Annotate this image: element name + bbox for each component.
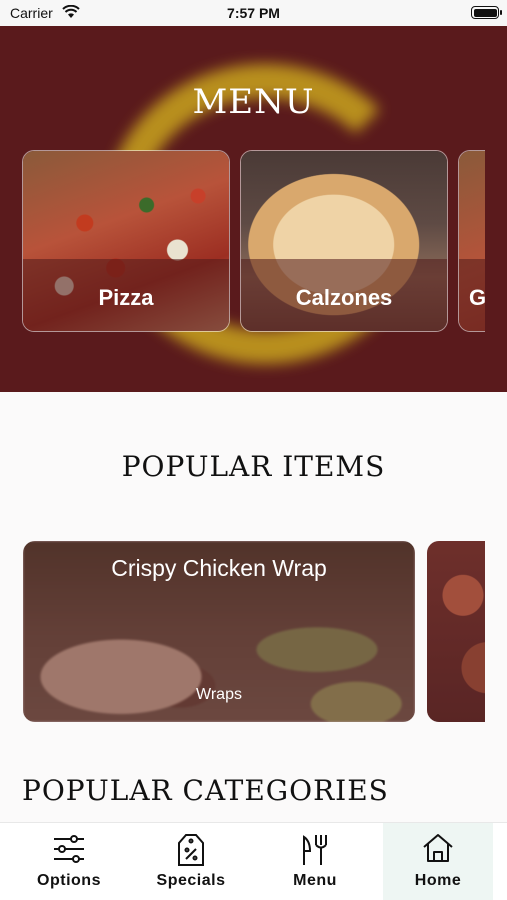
tab-label: Specials — [156, 872, 226, 889]
price-tag-icon — [136, 833, 246, 867]
category-label: Pizza — [98, 285, 154, 310]
home-icon — [383, 833, 493, 867]
status-bar: Carrier 7:57 PM — [0, 0, 507, 26]
category-label: Calzones — [295, 285, 393, 310]
item-name: Crispy Chicken Wrap — [111, 555, 327, 581]
item-card-crispy-chicken-wrap[interactable]: Crispy Chicken Wrap Wraps — [23, 541, 415, 722]
category-carousel[interactable]: Pizza Calzones G — [22, 150, 485, 332]
category-label: G — [469, 285, 485, 310]
category-card-pizza[interactable]: Pizza — [22, 150, 230, 332]
item-card-partial[interactable] — [427, 541, 485, 722]
item-category: Wraps — [196, 686, 242, 703]
popular-categories-title: POPULAR CATEGORIES — [22, 774, 389, 807]
tab-home[interactable]: Home — [383, 823, 493, 900]
tab-label: Options — [37, 872, 101, 889]
tab-specials[interactable]: Specials — [136, 823, 246, 900]
menu-title: MENU — [192, 82, 315, 122]
sliders-icon — [14, 833, 124, 867]
tab-label: Menu — [293, 872, 337, 889]
fork-knife-icon — [260, 833, 370, 867]
tab-menu[interactable]: Menu — [260, 823, 370, 900]
popular-items-carousel[interactable]: Crispy Chicken Wrap Wraps — [23, 541, 485, 723]
tab-label: Home — [414, 872, 462, 889]
category-card-partial[interactable]: G — [458, 150, 485, 332]
clock: 7:57 PM — [227, 5, 280, 21]
popular-items-title: POPULAR ITEMS — [121, 450, 386, 483]
category-card-calzones[interactable]: Calzones — [240, 150, 448, 332]
battery-icon — [471, 6, 502, 19]
tab-bar: Options Specials Menu Home — [0, 822, 507, 900]
menu-hero: MENU Pizza Calzones G — [0, 26, 507, 392]
tab-options[interactable]: Options — [14, 823, 124, 900]
